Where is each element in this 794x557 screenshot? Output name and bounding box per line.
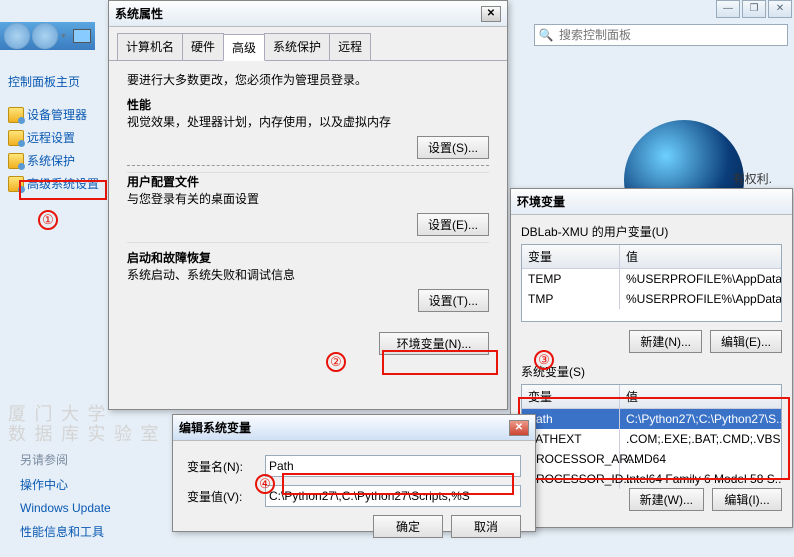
var-value-input[interactable] bbox=[265, 485, 521, 507]
list-item[interactable]: PROCESSOR_AR...AMD64 bbox=[522, 449, 781, 469]
annotation-3: ③ bbox=[534, 350, 554, 370]
sidebar-item-advanced[interactable]: 高级系统设置 bbox=[8, 172, 103, 195]
edit-var-dialog: 编辑系统变量 ✕ 变量名(N): 变量值(V): 确定取消 bbox=[172, 414, 536, 532]
sidebar-item-label: 远程设置 bbox=[27, 129, 75, 146]
perf-desc: 视觉效果，处理器计划，内存使用，以及虚拟内存 bbox=[127, 113, 489, 130]
annotation-1: ① bbox=[38, 210, 58, 230]
see-also-link[interactable]: 操作中心 bbox=[20, 472, 111, 497]
see-also-link[interactable]: 性能信息和工具 bbox=[20, 519, 111, 544]
sidebar-item-device-manager[interactable]: 设备管理器 bbox=[8, 103, 103, 126]
see-also-link[interactable]: Windows Update bbox=[20, 497, 111, 519]
see-also-title: 另请参阅 bbox=[20, 451, 111, 468]
env-vars-button[interactable]: 环境变量(N)... bbox=[379, 332, 489, 355]
sys-new-button[interactable]: 新建(W)... bbox=[629, 488, 704, 511]
user-vars-list: 变量值 TEMP%USERPROFILE%\AppData\Local TMP%… bbox=[521, 244, 782, 322]
tab-computer-name[interactable]: 计算机名 bbox=[117, 33, 183, 60]
see-also: 另请参阅 操作中心 Windows Update 性能信息和工具 bbox=[20, 448, 111, 547]
var-value-label: 变量值(V): bbox=[187, 488, 265, 505]
dialog-title-bar: 编辑系统变量 ✕ bbox=[173, 415, 535, 441]
col-variable[interactable]: 变量 bbox=[522, 385, 620, 408]
forward-button[interactable] bbox=[32, 23, 58, 49]
minimize-button[interactable]: — bbox=[716, 0, 740, 18]
watermark-line2: 数 据 库 实 验 室 bbox=[8, 420, 161, 446]
tab-advanced[interactable]: 高级 bbox=[223, 34, 265, 61]
search-input[interactable] bbox=[557, 26, 787, 44]
dialog-title: 系统属性 bbox=[115, 5, 481, 22]
close-icon[interactable]: ✕ bbox=[481, 6, 501, 22]
annotation-4: ④ bbox=[255, 474, 275, 494]
sys-vars-list: 变量值 PathC:\Python27\;C:\Python27\S... PA… bbox=[521, 384, 782, 480]
sidebar-item-label: 系统保护 bbox=[27, 152, 75, 169]
computer-icon bbox=[73, 29, 91, 43]
shield-icon bbox=[8, 130, 24, 146]
list-item[interactable]: TMP%USERPROFILE%\AppData\Local bbox=[522, 289, 781, 309]
col-value[interactable]: 值 bbox=[620, 385, 781, 408]
tab-remote[interactable]: 远程 bbox=[329, 33, 371, 60]
annotation-2: ② bbox=[326, 352, 346, 372]
explorer-toolbar: ▼ bbox=[0, 22, 95, 50]
back-button[interactable] bbox=[4, 23, 30, 49]
shield-icon bbox=[8, 153, 24, 169]
perf-settings-button[interactable]: 设置(S)... bbox=[417, 136, 489, 159]
list-item[interactable]: PATHEXT.COM;.EXE;.BAT;.CMD;.VBS;... bbox=[522, 429, 781, 449]
var-name-input[interactable] bbox=[265, 455, 521, 477]
startup-heading: 启动和故障恢复 bbox=[127, 251, 211, 265]
admin-note: 要进行大多数更改，您必须作为管理员登录。 bbox=[127, 71, 489, 88]
maximize-button[interactable]: ❐ bbox=[742, 0, 766, 18]
dialog-title-bar: 环境变量 bbox=[511, 189, 792, 215]
dialog-title-bar: 系统属性 ✕ bbox=[109, 1, 507, 27]
tab-hardware[interactable]: 硬件 bbox=[182, 33, 224, 60]
sys-edit-button[interactable]: 编辑(I)... bbox=[712, 488, 782, 511]
dialog-title: 编辑系统变量 bbox=[179, 419, 509, 436]
profiles-settings-button[interactable]: 设置(E)... bbox=[417, 213, 489, 236]
cancel-button[interactable]: 取消 bbox=[451, 515, 521, 538]
user-edit-button[interactable]: 编辑(E)... bbox=[710, 330, 782, 353]
startup-settings-button[interactable]: 设置(T)... bbox=[418, 289, 489, 312]
close-icon[interactable]: ✕ bbox=[509, 420, 529, 436]
search-field[interactable]: 🔍 bbox=[534, 24, 788, 46]
profiles-desc: 与您登录有关的桌面设置 bbox=[127, 190, 489, 207]
search-icon: 🔍 bbox=[535, 28, 557, 42]
list-item[interactable]: TEMP%USERPROFILE%\AppData\Local bbox=[522, 269, 781, 289]
user-new-button[interactable]: 新建(N)... bbox=[629, 330, 702, 353]
shell-window-controls: — ❐ ✕ bbox=[716, 0, 792, 18]
ok-button[interactable]: 确定 bbox=[373, 515, 443, 538]
system-properties-dialog: 系统属性 ✕ 计算机名 硬件 高级 系统保护 远程 要进行大多数更改，您必须作为… bbox=[108, 0, 508, 410]
close-button[interactable]: ✕ bbox=[768, 0, 792, 18]
list-item[interactable]: PROCESSOR_ID...Intel64 Family 6 Model 58… bbox=[522, 469, 781, 489]
sidebar-item-label: 设备管理器 bbox=[27, 106, 87, 123]
sidebar: 控制面板主页 设备管理器 远程设置 系统保护 高级系统设置 bbox=[8, 70, 103, 195]
list-item[interactable]: PathC:\Python27\;C:\Python27\S... bbox=[522, 409, 781, 429]
sidebar-item-protection[interactable]: 系统保护 bbox=[8, 149, 103, 172]
user-vars-group-label: DBLab-XMU 的用户变量(U) bbox=[521, 223, 782, 240]
shield-icon bbox=[8, 107, 24, 123]
shield-icon bbox=[8, 176, 24, 192]
var-name-label: 变量名(N): bbox=[187, 458, 265, 475]
sys-vars-group-label: 系统变量(S) bbox=[521, 363, 782, 380]
sidebar-item-remote[interactable]: 远程设置 bbox=[8, 126, 103, 149]
perf-heading: 性能 bbox=[127, 98, 151, 112]
col-variable[interactable]: 变量 bbox=[522, 245, 620, 268]
col-value[interactable]: 值 bbox=[620, 245, 781, 268]
control-panel-home[interactable]: 控制面板主页 bbox=[8, 70, 103, 93]
tabs: 计算机名 硬件 高级 系统保护 远程 bbox=[109, 27, 507, 61]
rights-text: 有权利. bbox=[733, 170, 772, 187]
history-dropdown-icon[interactable]: ▼ bbox=[60, 33, 67, 40]
dialog-title: 环境变量 bbox=[517, 193, 786, 210]
sidebar-item-label: 高级系统设置 bbox=[27, 175, 99, 192]
profiles-heading: 用户配置文件 bbox=[127, 175, 199, 189]
startup-desc: 系统启动、系统失败和调试信息 bbox=[127, 266, 489, 283]
tab-protection[interactable]: 系统保护 bbox=[264, 33, 330, 60]
